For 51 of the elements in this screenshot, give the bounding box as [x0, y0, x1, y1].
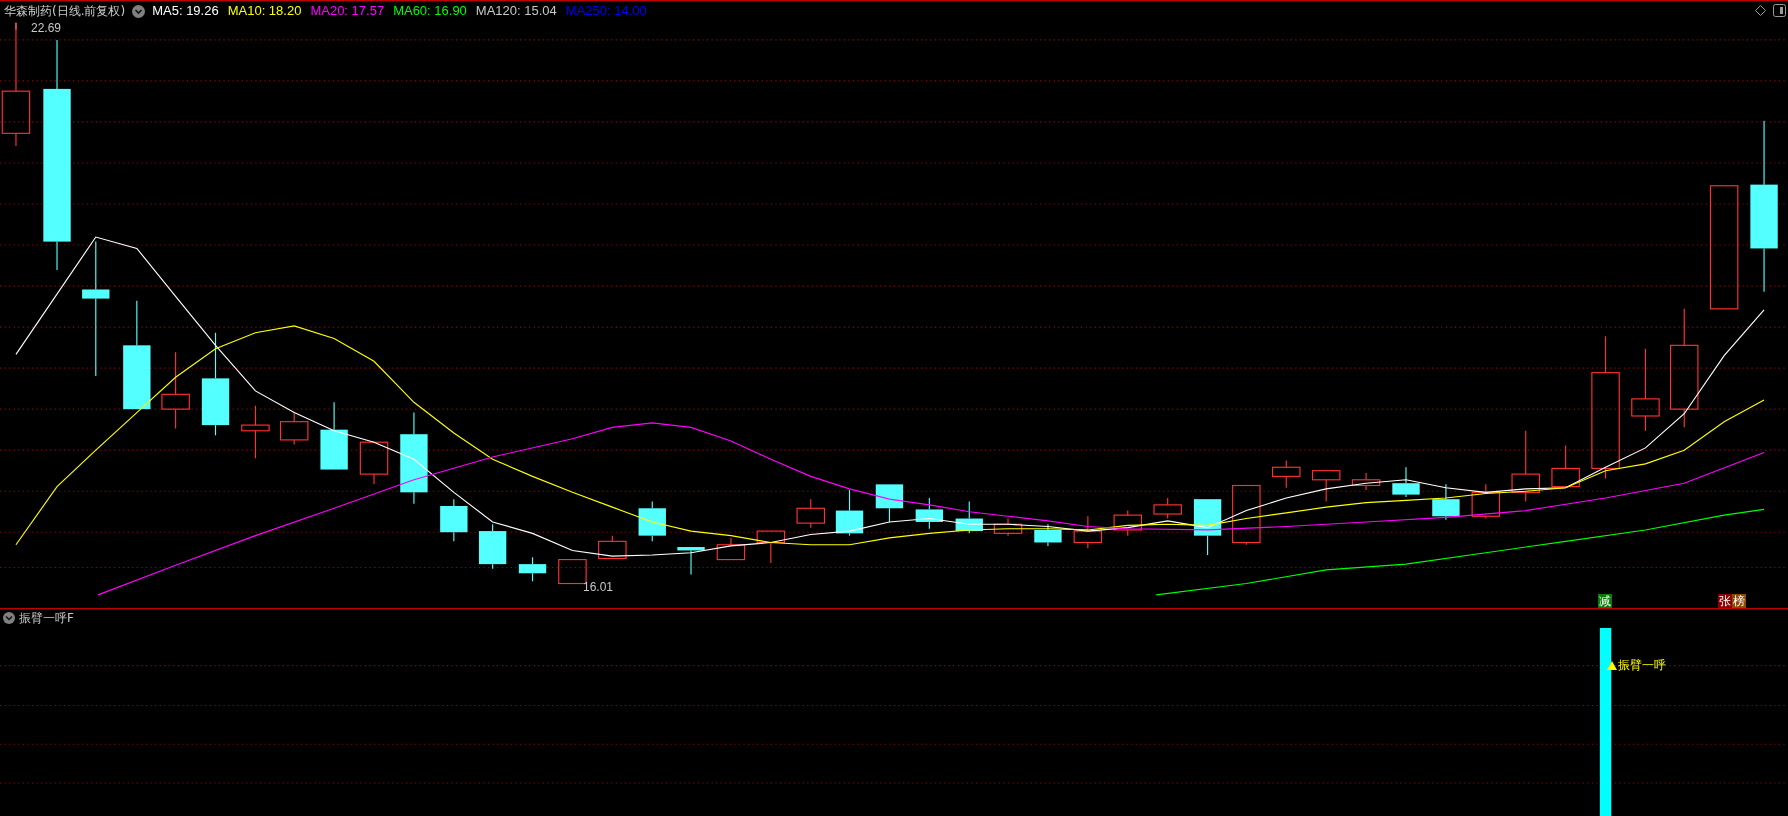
candlestick [1034, 523, 1062, 547]
ma-legend-item: MA10: 18.20 [227, 3, 302, 19]
candlestick [993, 517, 1023, 537]
low-price-label: 16.01 [583, 580, 614, 594]
candlestick [716, 537, 746, 561]
ma-legend-item: MA5: 19.26 [152, 3, 219, 19]
panel-toggle-icon[interactable] [1773, 4, 1786, 17]
candlestick [1232, 484, 1261, 546]
ma-legend-item: MA120: 15.04 [475, 3, 557, 19]
candlestick [955, 500, 983, 534]
candlestick [1432, 483, 1460, 521]
candlestick [241, 405, 270, 459]
candlestick [598, 535, 627, 559]
candlestick [796, 498, 825, 529]
candlestick [1311, 470, 1341, 502]
candlestick [677, 547, 705, 575]
candlestick [440, 498, 468, 542]
candlestick [1471, 483, 1501, 520]
triangle-icon [1607, 660, 1617, 670]
candlestick [478, 523, 507, 570]
signal-badge: 减 [1598, 594, 1612, 608]
signal-badge: 张 [1718, 594, 1732, 608]
candlestick [1511, 430, 1540, 502]
dropdown-icon[interactable] [3, 612, 15, 624]
candlestick [1073, 515, 1103, 549]
dropdown-icon[interactable] [132, 4, 146, 18]
candlestick [1153, 497, 1182, 520]
candlestick [320, 401, 348, 470]
candlestick [1193, 499, 1222, 556]
candlestick [1551, 445, 1580, 488]
ma-legend-item: MA20: 17.57 [310, 3, 385, 19]
candlestick [915, 497, 944, 530]
candlestick [638, 500, 666, 542]
signal-label: 振臂一呼 [1618, 658, 1666, 672]
high-price-label: 22.69 [31, 21, 62, 35]
diamond-icon[interactable] [1755, 5, 1766, 16]
candlestick [518, 556, 547, 582]
candlestick [1113, 510, 1142, 537]
candlestick [279, 412, 309, 446]
chart-title: 华森制药(日线.前复权) [4, 3, 126, 19]
ma-legend-item: MA250: 14.00 [565, 3, 647, 19]
candlestick [835, 489, 864, 537]
candlestick [359, 441, 389, 485]
candlestick [756, 530, 786, 564]
candlestick [1272, 459, 1301, 489]
indicator-title: 振臂一呼F [19, 611, 74, 625]
candlestick [1351, 472, 1381, 491]
signal-badge: 榜 [1732, 594, 1746, 608]
candlestick [875, 484, 904, 523]
ma-legend-item: MA60: 16.90 [393, 3, 467, 19]
candlestick [1392, 466, 1420, 498]
